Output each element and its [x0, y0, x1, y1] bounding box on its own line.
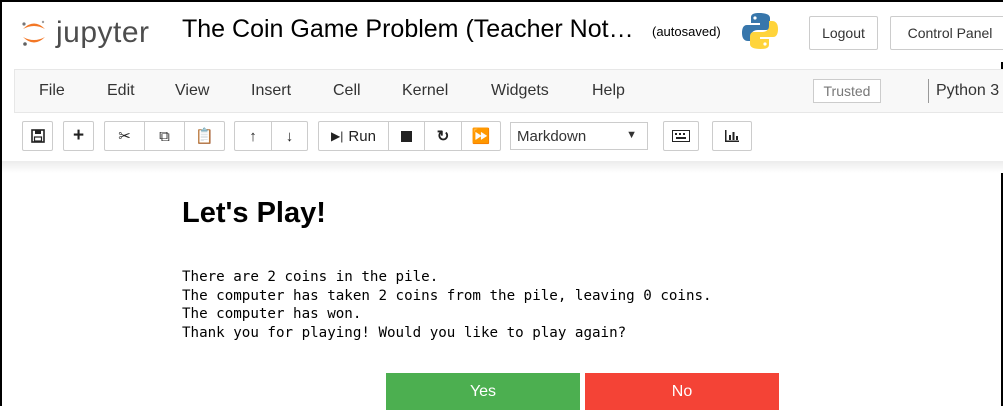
toolbar: + ✂ ⧉ 📋 ↑ ↓ ▶| Run ↻ ⏩ Markdown ▼: [2, 113, 1003, 161]
cell-type-value: Markdown: [517, 127, 587, 145]
control-panel-button[interactable]: Control Panel: [890, 16, 1003, 50]
menu-file[interactable]: File: [39, 82, 65, 100]
arrow-up-icon: ↑: [249, 127, 257, 145]
cell-type-select[interactable]: Markdown ▼: [510, 122, 648, 150]
insert-cell-button[interactable]: +: [64, 122, 93, 150]
chart-icon: [725, 130, 739, 142]
output-line: Thank you for playing! Would you like to…: [182, 324, 627, 341]
move-down-button[interactable]: ↓: [272, 122, 307, 150]
jupyter-logo[interactable]: jupyter: [20, 13, 150, 53]
run-group: ▶| Run ↻ ⏩: [318, 121, 501, 151]
keyboard-icon: [672, 130, 690, 142]
menu-bar: File Edit View Insert Cell Kernel Widget…: [14, 69, 1003, 113]
cell-heading: Let's Play!: [182, 197, 326, 229]
edit-group: ✂ ⧉ 📋: [104, 121, 225, 151]
move-up-button[interactable]: ↑: [235, 122, 272, 150]
output-line: The computer has taken 2 coins from the …: [182, 287, 712, 304]
notebook-header: jupyter The Coin Game Problem (Teacher N…: [2, 2, 1003, 62]
trusted-indicator[interactable]: Trusted: [813, 79, 881, 103]
menu-widgets[interactable]: Widgets: [491, 82, 549, 100]
run-button[interactable]: ▶| Run: [319, 122, 389, 150]
autosave-status: (autosaved): [652, 24, 721, 39]
command-palette-button[interactable]: [663, 121, 699, 151]
stop-icon: [401, 130, 412, 142]
fast-forward-icon: ⏩: [471, 128, 491, 145]
run-icon: ▶|: [331, 129, 344, 143]
restart-icon: ↻: [436, 128, 450, 145]
plus-icon: +: [72, 125, 85, 146]
output-line: The computer has won.: [182, 306, 362, 322]
menu-edit[interactable]: Edit: [107, 82, 135, 100]
menu-insert[interactable]: Insert: [251, 82, 291, 100]
paste-button[interactable]: 📋: [185, 122, 224, 150]
kernel-divider: [928, 79, 929, 103]
menu-kernel[interactable]: Kernel: [402, 82, 448, 100]
logo-text: jupyter: [56, 16, 150, 49]
notebook-title[interactable]: The Coin Game Problem (Teacher Not…: [182, 15, 634, 44]
restart-button[interactable]: ↻: [425, 122, 462, 150]
run-label: Run: [348, 127, 376, 145]
jupyter-logo-icon: [20, 19, 48, 47]
menu-view[interactable]: View: [175, 82, 209, 100]
notebook-top-shadow: [2, 161, 1003, 173]
cut-icon: ✂: [118, 128, 131, 145]
logout-button[interactable]: Logout: [809, 16, 878, 50]
menu-cell[interactable]: Cell: [333, 82, 361, 100]
python-logo-icon: [740, 10, 780, 52]
chart-button[interactable]: [712, 121, 752, 151]
no-button[interactable]: No: [585, 373, 779, 410]
kernel-name[interactable]: Python 3: [936, 82, 999, 100]
move-group: ↑ ↓: [234, 121, 308, 151]
save-icon: [30, 129, 45, 143]
restart-run-all-button[interactable]: ⏩: [462, 122, 500, 150]
arrow-down-icon: ↓: [285, 127, 294, 145]
copy-button[interactable]: ⧉: [145, 122, 185, 150]
copy-icon: ⧉: [159, 127, 170, 145]
yes-button[interactable]: Yes: [386, 373, 580, 410]
output-line: There are 2 coins in the pile.: [182, 269, 439, 285]
save-button[interactable]: [23, 122, 52, 150]
insert-group: +: [63, 121, 94, 151]
menu-help[interactable]: Help: [592, 82, 625, 100]
save-group: [22, 121, 53, 151]
cut-button[interactable]: ✂: [105, 122, 145, 150]
paste-icon: 📋: [195, 128, 214, 145]
cell-output: There are 2 coins in the pile. The comput…: [182, 268, 712, 342]
caret-down-icon: ▼: [626, 129, 637, 141]
interrupt-button[interactable]: [389, 122, 425, 150]
